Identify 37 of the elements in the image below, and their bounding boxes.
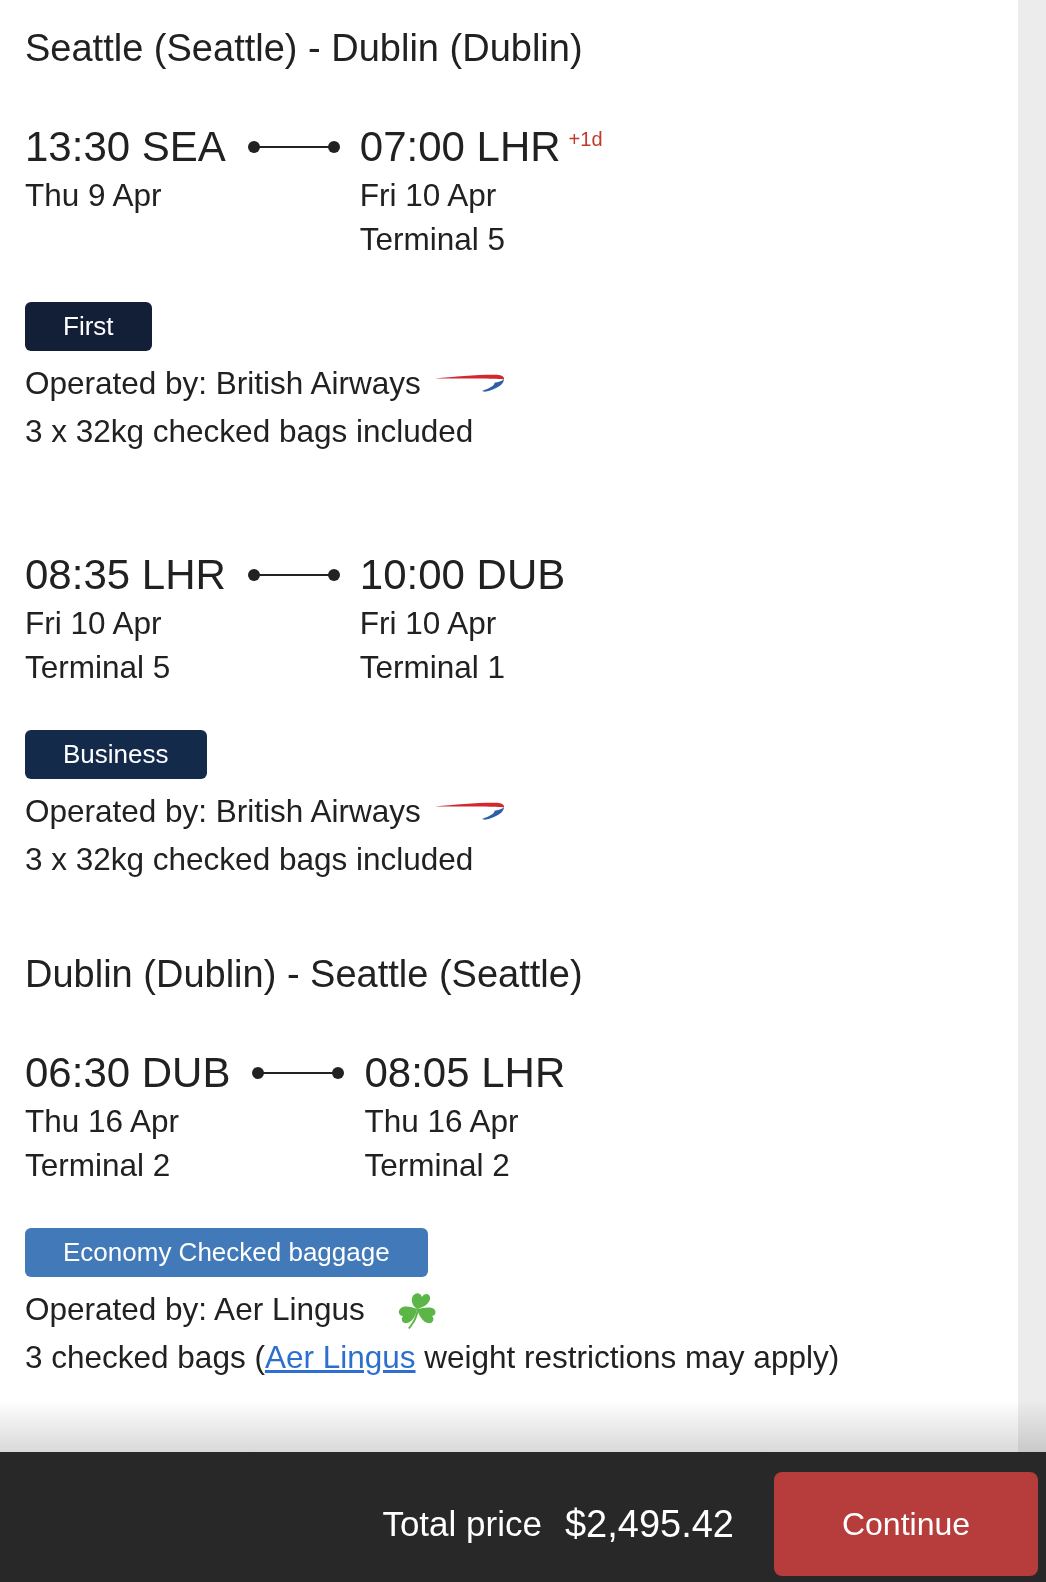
departure-date: Thu 9 Apr bbox=[25, 176, 163, 215]
departure-terminal: Terminal 2 bbox=[25, 1146, 172, 1185]
route-line-icon bbox=[247, 568, 340, 582]
departure-terminal: Terminal 5 bbox=[25, 648, 172, 687]
arrival-time: 10:00 DUB bbox=[359, 550, 566, 600]
departure-date: Thu 16 Apr bbox=[25, 1102, 181, 1141]
cabin-badge: Business bbox=[25, 730, 207, 779]
baggage-text: 3 x 32kg checked bags included bbox=[25, 840, 475, 879]
journey-title: Dublin (Dublin) - Seattle (Seattle) bbox=[25, 952, 584, 997]
departure-time: 13:30 SEA bbox=[25, 122, 226, 172]
total-price: $2,495.42 bbox=[564, 1502, 734, 1546]
departure-date: Fri 10 Apr bbox=[25, 604, 163, 643]
cabin-badge: First bbox=[25, 302, 152, 351]
arrival-date: Fri 10 Apr bbox=[359, 176, 498, 215]
total-label: Total price bbox=[382, 1504, 542, 1544]
departure-time: 06:30 DUB bbox=[25, 1048, 231, 1098]
cabin-badge: Economy Checked baggage bbox=[25, 1228, 428, 1277]
swoosh-icon bbox=[434, 374, 505, 392]
operator-text: Operated by: British Airways bbox=[25, 364, 421, 403]
operator-text: Operated by: British Airways bbox=[25, 792, 421, 831]
arrival-time: 07:00 LHR bbox=[359, 122, 561, 172]
arrival-terminal: Terminal 5 bbox=[359, 220, 507, 259]
continue-button[interactable]: Continue bbox=[774, 1472, 1038, 1576]
day-offset: +1d bbox=[568, 128, 603, 150]
route-line-icon bbox=[247, 140, 340, 154]
arrival-date: Fri 10 Apr bbox=[359, 604, 498, 643]
journey-title: Seattle (Seattle) - Dublin (Dublin) bbox=[25, 26, 584, 71]
arrival-terminal: Terminal 2 bbox=[364, 1146, 511, 1185]
operator-text: Operated by: Aer Lingus bbox=[25, 1290, 365, 1329]
swoosh-icon bbox=[434, 802, 505, 820]
route-line-icon bbox=[252, 1066, 345, 1080]
arrival-date: Thu 16 Apr bbox=[364, 1102, 520, 1141]
baggage-text: 3 x 32kg checked bags included bbox=[25, 412, 475, 451]
baggage-text: 3 checked bags (Aer Lingus weight restrictions may apply) bbox=[25, 1338, 841, 1377]
arrival-time: 08:05 LHR bbox=[364, 1048, 566, 1098]
departure-time: 08:35 LHR bbox=[25, 550, 226, 600]
arrival-terminal: Terminal 1 bbox=[359, 648, 507, 687]
